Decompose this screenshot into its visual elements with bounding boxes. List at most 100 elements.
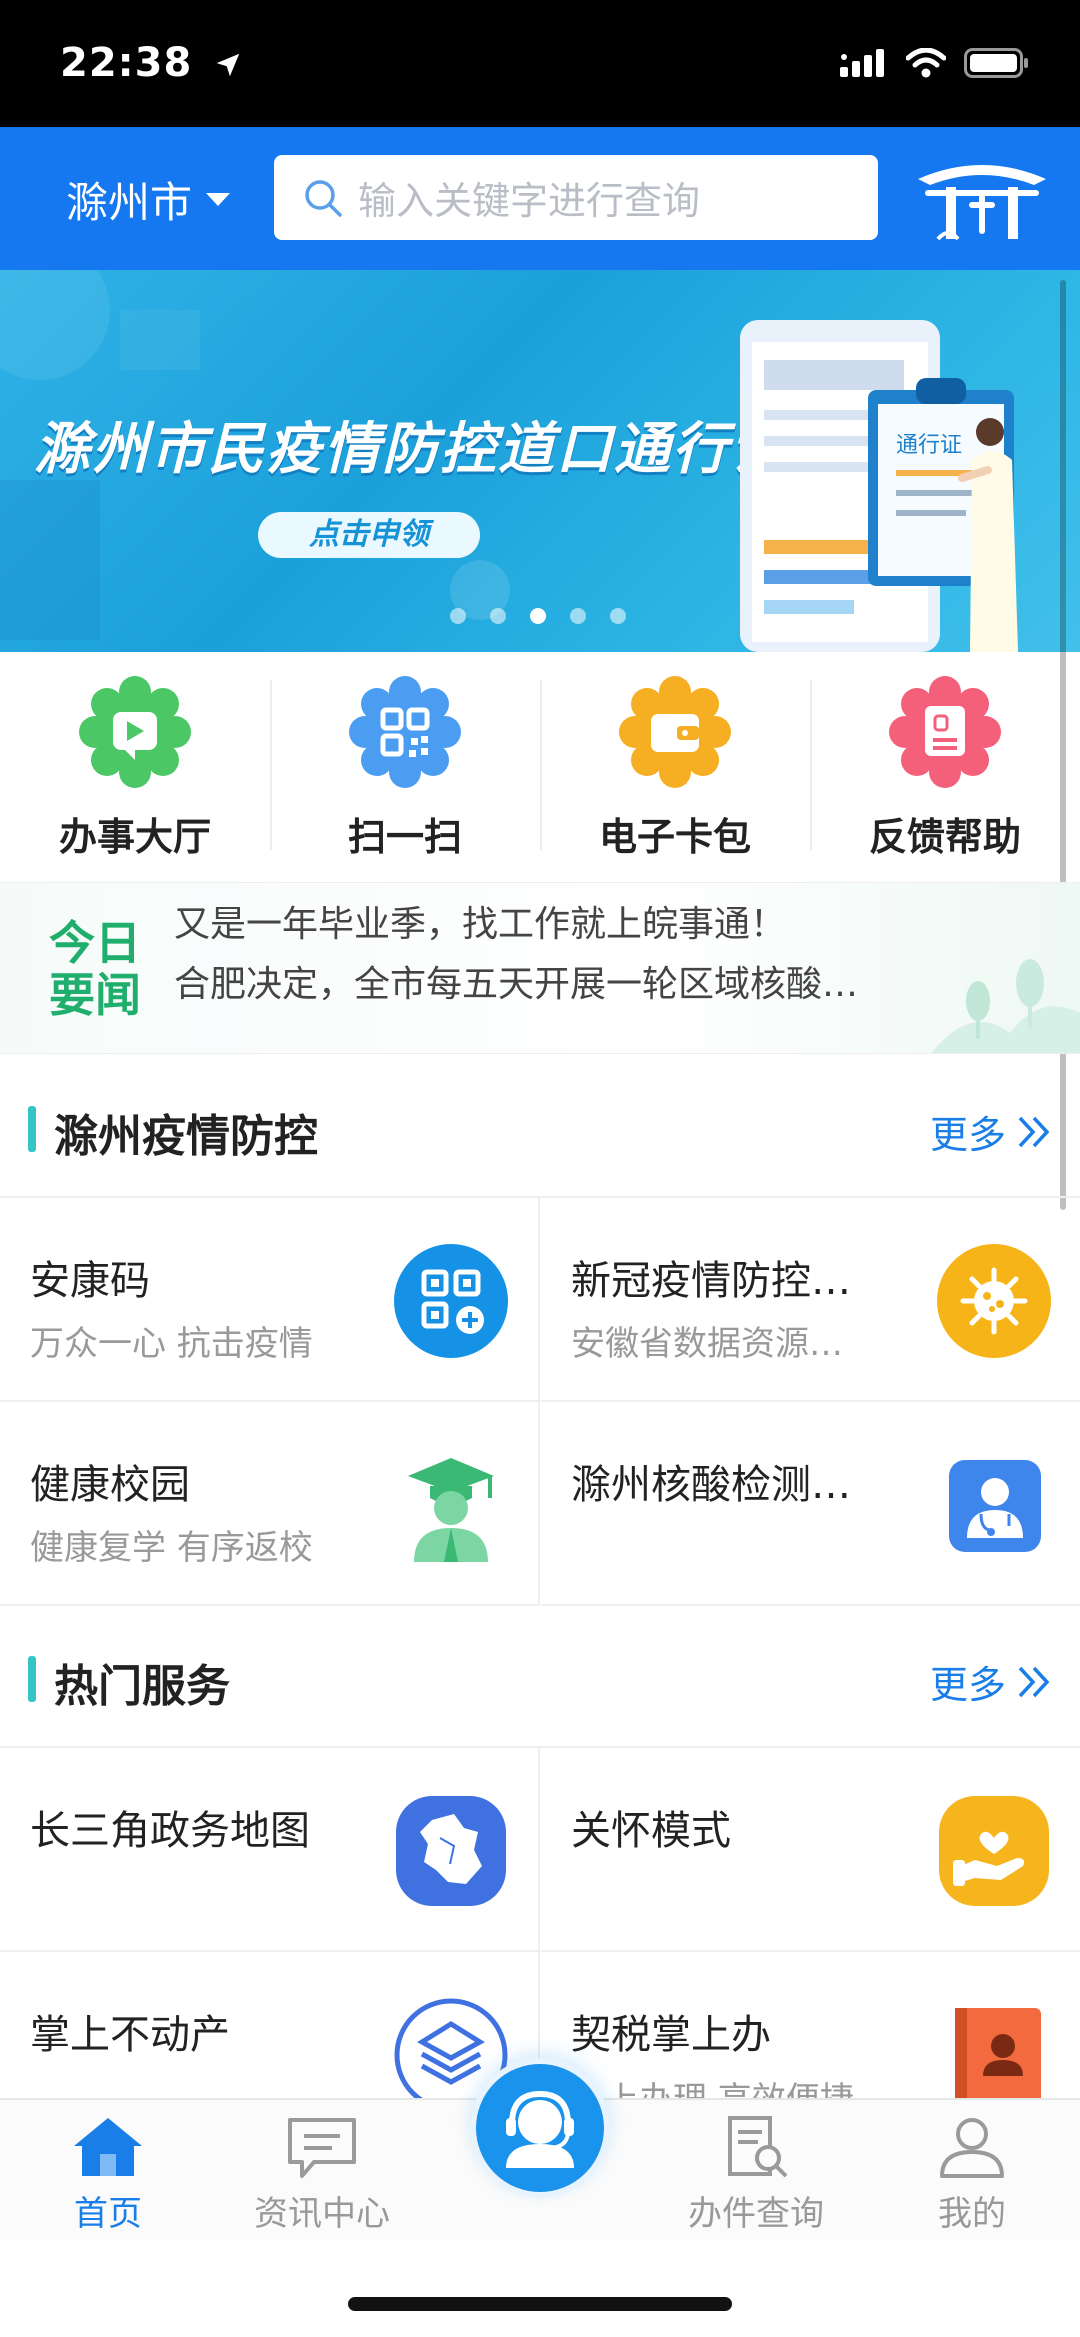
service-card-real-estate[interactable]: 掌上不动产 (0, 1952, 540, 2112)
city-selector[interactable]: 滁州市 (66, 169, 231, 230)
banner-dot[interactable] (570, 608, 586, 624)
care-icon (939, 1796, 1049, 1906)
section-accent-bar (28, 1656, 36, 1702)
search-placeholder: 输入关键字进行查询 (358, 179, 701, 223)
section-more-link[interactable]: 更多 (930, 1104, 1054, 1159)
wifi-icon (906, 48, 946, 78)
section-title: 滁州疫情防控 (54, 1111, 318, 1162)
qrcode-icon (349, 676, 461, 788)
news-badge: 今日 要闻 (36, 917, 154, 1021)
card-subtitle: 健康复学 有序返校 (30, 1528, 313, 1568)
promo-banner[interactable]: 滁州市民疫情防控道口通行证 点击申领 通行证 (0, 270, 1080, 652)
banner-dot[interactable] (490, 608, 506, 624)
service-card-deed-tax[interactable]: 契税掌上办 …上办理 高效便捷 (541, 1952, 1080, 2120)
message-icon (288, 2118, 356, 2178)
home-indicator (348, 2297, 732, 2311)
news-item[interactable]: 又是一年毕业季，找工作就上皖事通！ (174, 895, 858, 955)
tab-me[interactable]: 我的 (882, 2114, 1062, 2235)
tab-label: 资讯中心 (254, 2194, 390, 2234)
service-card-care-mode[interactable]: 关怀模式 (541, 1748, 1080, 1952)
news-badge-line: 今日 (49, 916, 141, 970)
search-input[interactable]: 输入关键字进行查询 (274, 155, 878, 240)
city-gate-logo-icon[interactable] (912, 147, 1052, 251)
banner-dot[interactable] (610, 608, 626, 624)
status-time: 22:38 (60, 40, 243, 86)
tax-book-icon (955, 2008, 1041, 2114)
doctor-icon (949, 1460, 1041, 1552)
double-chevron-right-icon (1018, 1666, 1050, 1697)
service-card-covid-control[interactable]: 新冠疫情防控… 安徽省数据资源… (541, 1198, 1080, 1402)
card-subtitle: 万众一心 抗击疫情 (30, 1324, 313, 1364)
video-icon (79, 676, 191, 788)
quick-actions-grid: 办事大厅 扫一扫 电子卡包 反馈帮助 (0, 652, 1080, 882)
wallet-icon (619, 676, 731, 788)
news-list: 又是一年毕业季，找工作就上皖事通！ 合肥决定，全市每五天开展一轮区域核酸… (174, 895, 858, 1015)
service-card-healthy-campus[interactable]: 健康校园 健康复学 有序返校 (0, 1402, 540, 1606)
tab-label: 我的 (938, 2194, 1006, 2234)
section-title: 热门服务 (54, 1661, 230, 1712)
card-title: 长三角政务地图 (30, 1808, 310, 1854)
card-title: 关怀模式 (571, 1808, 731, 1854)
news-badge-line: 要闻 (49, 968, 141, 1022)
tab-home[interactable]: 首页 (18, 2114, 198, 2235)
news-ticker[interactable]: 今日 要闻 又是一年毕业季，找工作就上皖事通！ 合肥决定，全市每五天开展一轮区域… (0, 882, 1080, 1054)
card-title: 安康码 (30, 1258, 150, 1304)
card-subtitle: 安徽省数据资源… (571, 1324, 843, 1364)
banner-dot[interactable] (450, 608, 466, 624)
signal-icon (840, 49, 884, 77)
quick-action-feedback[interactable]: 反馈帮助 (810, 652, 1080, 882)
banner-apply-button[interactable]: 点击申领 (258, 512, 480, 558)
tab-news-center[interactable]: 资讯中心 (232, 2114, 412, 2235)
tab-case-query[interactable]: 办件查询 (666, 2114, 846, 2235)
service-card-health-code[interactable]: 安康码 万众一心 抗击疫情 (0, 1198, 540, 1402)
banner-dot-active[interactable] (530, 608, 546, 624)
clock-text: 22:38 (60, 40, 193, 86)
pass-illustration-icon: 通行证 (740, 320, 1018, 652)
home-icon (74, 2118, 142, 2176)
document-icon (889, 676, 1001, 788)
section-header-epidemic: 滁州疫情防控 更多 (0, 1054, 1080, 1198)
search-icon (305, 179, 342, 217)
customer-service-icon (506, 2090, 574, 2168)
service-card-yangtze-map[interactable]: 长三角政务地图 (0, 1748, 540, 1952)
quick-action-label: 反馈帮助 (868, 815, 1021, 859)
status-bar: 22:38 (0, 0, 1080, 127)
status-icons (840, 48, 1030, 78)
quick-action-scan[interactable]: 扫一扫 (270, 652, 540, 882)
battery-icon (964, 48, 1028, 78)
more-label: 更多 (929, 1113, 1006, 1157)
svg-text:通行证: 通行证 (896, 433, 962, 458)
virus-icon (937, 1244, 1051, 1358)
health-code-icon (394, 1244, 508, 1358)
map-icon (396, 1796, 506, 1906)
city-label: 滁州市 (66, 178, 193, 227)
top-header: 滁州市 输入关键字进行查询 (0, 127, 1080, 270)
graduate-icon (408, 1458, 494, 1562)
caret-down-icon (206, 193, 231, 206)
card-title: 契税掌上办 (571, 2012, 771, 2058)
quick-action-service-hall[interactable]: 办事大厅 (0, 652, 270, 882)
tab-label: 办件查询 (688, 2194, 824, 2234)
search-doc-icon (728, 2116, 788, 2178)
double-chevron-right-icon (1018, 1116, 1050, 1147)
service-card-nucleic-test[interactable]: 滁州核酸检测… (541, 1402, 1080, 1606)
user-icon (940, 2118, 1004, 2178)
card-title: 滁州核酸检测… (571, 1462, 851, 1508)
news-item[interactable]: 合肥决定，全市每五天开展一轮区域核酸… (174, 955, 858, 1015)
tab-label: 首页 (74, 2194, 142, 2234)
quick-action-label: 电子卡包 (598, 815, 751, 859)
section-more-link[interactable]: 更多 (930, 1654, 1054, 1709)
quick-action-label: 扫一扫 (347, 815, 462, 859)
quick-action-label: 办事大厅 (58, 815, 211, 859)
section-accent-bar (28, 1106, 36, 1152)
section-header-hot-services: 热门服务 更多 (0, 1604, 1080, 1748)
more-label: 更多 (929, 1663, 1006, 1707)
quick-action-wallet[interactable]: 电子卡包 (540, 652, 810, 882)
location-arrow-icon (217, 53, 240, 77)
trees-decoration-icon (931, 959, 1080, 1053)
customer-service-button[interactable] (470, 2058, 610, 2198)
card-title: 新冠疫情防控… (571, 1258, 851, 1304)
card-title: 健康校园 (30, 1462, 190, 1508)
banner-pagination (450, 608, 626, 624)
banner-title: 滁州市民疫情防控道口通行证 (34, 417, 788, 482)
